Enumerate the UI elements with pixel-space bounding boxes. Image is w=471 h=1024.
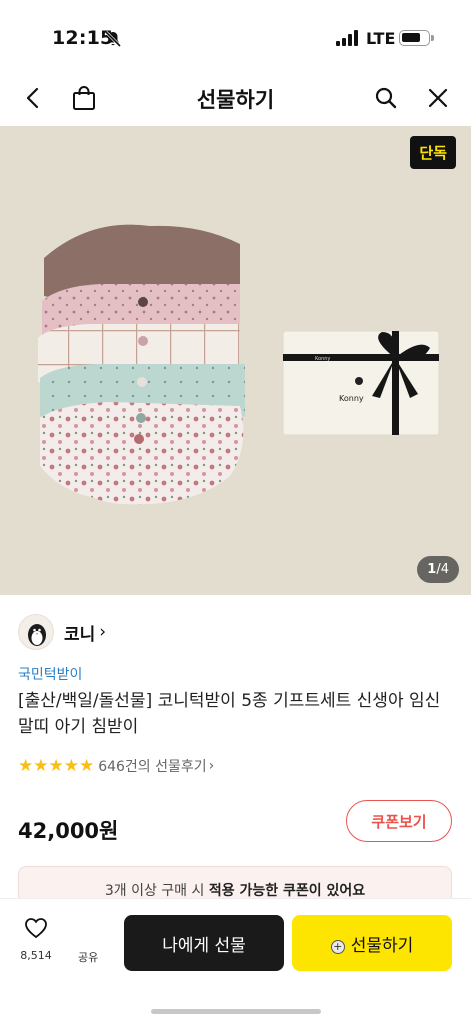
exclusive-badge: 단독 — [410, 136, 456, 169]
product-title: [출산/백일/돌선물] 코니턱받이 5종 기프트세트 신생아 임신 말띠 아기 … — [18, 691, 441, 737]
review-count: 646건의 선물후기 — [98, 759, 207, 775]
header: 선물하기 — [0, 70, 471, 126]
home-indicator[interactable] — [151, 1009, 321, 1014]
gift-to-me-button[interactable]: 나에게 선물 — [124, 915, 284, 971]
chevron-right-icon: › — [99, 622, 107, 642]
product-photo: Konny Konny — [38, 224, 440, 505]
wishlist-count: 8,514 — [20, 949, 52, 962]
close-icon — [428, 88, 448, 108]
category-tag[interactable]: 국민턱받이 — [18, 664, 82, 684]
search-button[interactable] — [370, 82, 402, 114]
penguin-logo-icon — [28, 624, 46, 646]
svg-text:Konny: Konny — [315, 356, 330, 362]
network-label: LTE — [366, 29, 396, 48]
seller-link[interactable]: 코니 › — [18, 612, 106, 652]
bell-mute-icon — [104, 30, 122, 48]
seller-name: 코니 — [64, 624, 96, 645]
plus-icon: + — [330, 940, 345, 954]
star-rating-icon: ★★★★★ — [18, 755, 95, 776]
product-image-carousel[interactable]: Konny Konny 단독 1/4 — [0, 126, 471, 595]
product-price: 42,000원 — [18, 819, 119, 843]
heart-icon — [25, 918, 47, 939]
review-link[interactable]: ★★★★★ 646건의 선물후기 › — [18, 756, 214, 776]
close-button[interactable] — [422, 82, 454, 114]
coupon-button[interactable]: 쿠폰보기 — [346, 800, 452, 842]
battery-icon — [399, 30, 434, 46]
signal-icon — [336, 30, 358, 46]
bottom-action-bar: 8,514 공유 나에게 선물 + 선물하기 — [0, 898, 471, 1024]
share-button[interactable]: 공유 — [78, 949, 98, 965]
send-gift-label: 선물하기 — [350, 935, 414, 956]
wishlist-button[interactable]: 8,514 — [14, 917, 58, 962]
image-page-indicator: 1/4 — [417, 556, 459, 583]
coupon-notice-highlight: 적용 가능한 쿠폰이 있어요 — [208, 883, 366, 899]
send-gift-button[interactable]: + 선물하기 — [292, 915, 452, 971]
brand-logo-text: Konny — [339, 394, 364, 403]
seller-avatar — [18, 614, 54, 650]
chevron-right-icon: › — [208, 758, 215, 774]
coupon-notice-prefix: 3개 이상 구매 시 — [104, 883, 209, 899]
search-icon — [375, 87, 397, 109]
status-bar: 12:15 LTE — [0, 0, 471, 70]
